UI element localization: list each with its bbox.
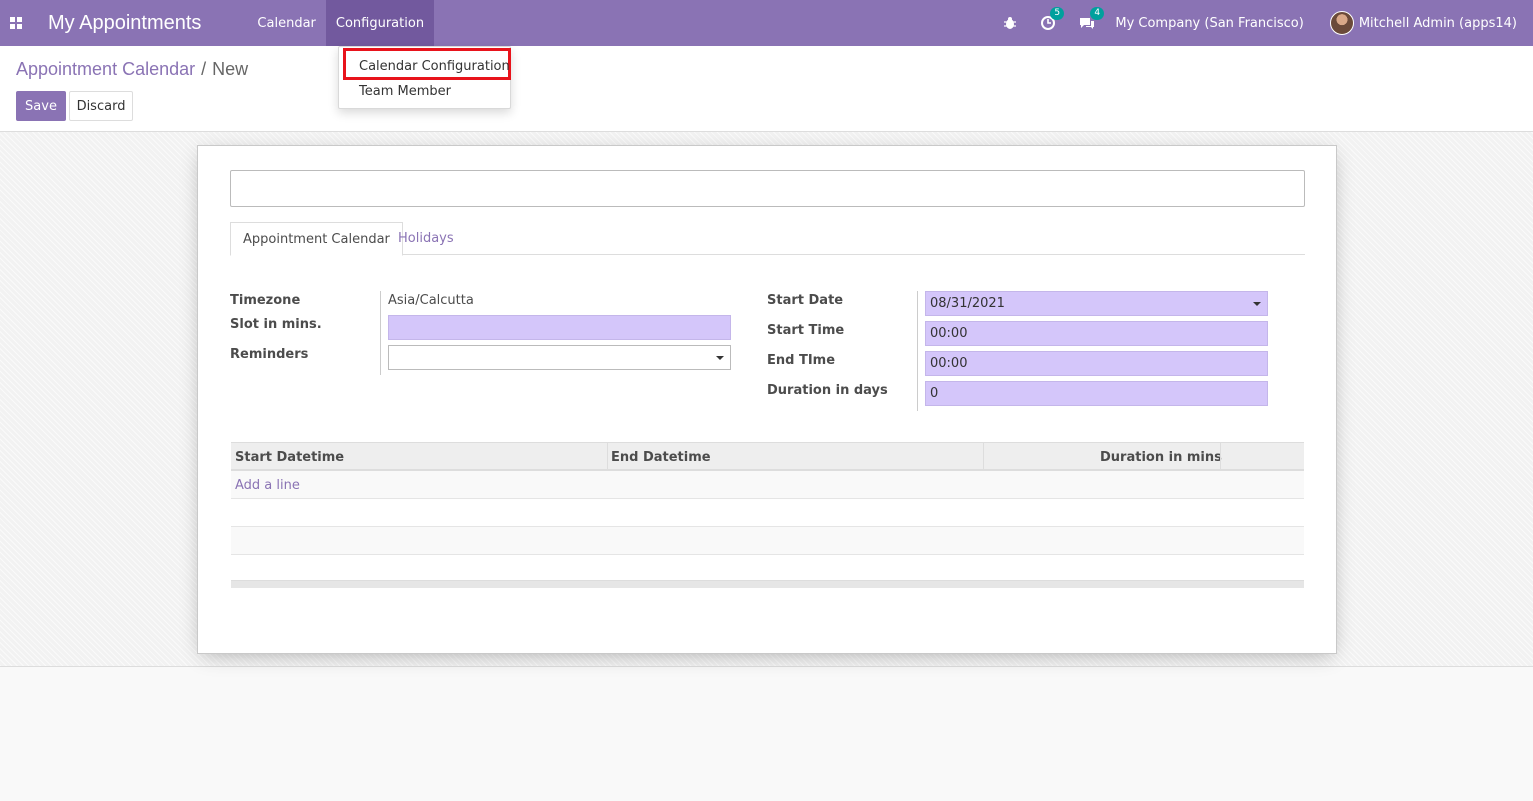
column-duration-mins[interactable]: Duration in mins: [1100, 450, 1222, 465]
reminders-select[interactable]: [388, 345, 731, 370]
duration-input[interactable]: 0: [925, 381, 1268, 406]
name-input[interactable]: [230, 170, 1305, 207]
column-divider: [1220, 443, 1221, 470]
company-switcher[interactable]: My Company (San Francisco): [1115, 16, 1303, 31]
top-navbar: My Appointments Calendar Configuration 5…: [0, 0, 1533, 46]
menu-calendar[interactable]: Calendar: [247, 0, 325, 46]
timezone-label: Timezone: [230, 293, 301, 308]
debug-bug-icon[interactable]: [1003, 16, 1017, 30]
activity-clock-icon[interactable]: 5: [1041, 7, 1065, 30]
app-title[interactable]: My Appointments: [48, 12, 201, 35]
menu-configuration[interactable]: Configuration: [325, 0, 435, 46]
table-row: [231, 555, 1304, 580]
column-divider: [607, 443, 608, 470]
start-time-input[interactable]: 00:00: [925, 321, 1268, 346]
table-header: Start Datetime End Datetime Duration in …: [231, 442, 1304, 471]
user-menu[interactable]: Mitchell Admin (apps14): [1329, 11, 1517, 35]
left-group-divider: [380, 291, 381, 375]
end-time-label: End TIme: [767, 353, 836, 368]
tab-appointment-calendar[interactable]: Appointment Calendar: [230, 222, 403, 256]
table-row: [231, 527, 1304, 555]
notebook-tabs: Appointment Calendar Holidays: [230, 222, 1305, 256]
messages-count-badge: 4: [1090, 7, 1105, 20]
dropdown-item-calendar-configuration[interactable]: Calendar Configuration: [359, 59, 510, 74]
start-time-label: Start Time: [767, 323, 845, 338]
breadcrumb-separator: /: [201, 59, 207, 79]
timezone-value: Asia/Calcutta: [388, 293, 474, 308]
user-name: Mitchell Admin (apps14): [1358, 15, 1517, 31]
control-panel: Appointment Calendar / New Save Discard: [0, 46, 1533, 132]
column-divider: [983, 443, 984, 470]
column-end-datetime[interactable]: End Datetime: [611, 450, 711, 465]
reminders-label: Reminders: [230, 347, 309, 362]
messages-chat-icon[interactable]: 4: [1079, 7, 1105, 30]
tab-holidays[interactable]: Holidays: [386, 222, 466, 255]
add-a-line-link[interactable]: Add a line: [235, 478, 300, 493]
apps-menu-icon[interactable]: [0, 0, 32, 46]
table-row: Add a line: [231, 471, 1304, 499]
breadcrumb-parent-link[interactable]: Appointment Calendar: [16, 59, 195, 79]
discard-button[interactable]: Discard: [69, 91, 133, 121]
start-date-value: 08/31/2021: [930, 296, 1005, 311]
duration-label: Duration in days: [767, 383, 888, 398]
slot-input[interactable]: [388, 315, 731, 340]
dropdown-item-team-member[interactable]: Team Member: [359, 84, 451, 99]
navbar-systray: 5 4 My Company (San Francisco) Mitchell …: [991, 0, 1533, 46]
start-date-label: Start Date: [767, 293, 844, 308]
column-start-datetime[interactable]: Start Datetime: [235, 450, 344, 465]
table-row: [231, 499, 1304, 527]
breadcrumb-current: New: [212, 59, 249, 79]
right-group-divider: [917, 291, 918, 411]
form-sheet: Appointment Calendar Holidays Timezone S…: [197, 145, 1337, 654]
save-button[interactable]: Save: [16, 91, 66, 121]
table-footer: [231, 580, 1304, 588]
chevron-down-icon: [1253, 302, 1261, 306]
avatar: [1329, 11, 1354, 35]
breadcrumb: Appointment Calendar / New: [16, 59, 248, 80]
end-time-input[interactable]: 00:00: [925, 351, 1268, 376]
slot-label: Slot in mins.: [230, 317, 322, 332]
main-menu: Calendar Configuration: [247, 0, 435, 46]
activity-count-badge: 5: [1050, 7, 1065, 20]
configuration-dropdown: Calendar Configuration Team Member: [338, 46, 511, 109]
start-date-input[interactable]: 08/31/2021: [925, 291, 1268, 316]
chevron-down-icon: [716, 356, 724, 360]
